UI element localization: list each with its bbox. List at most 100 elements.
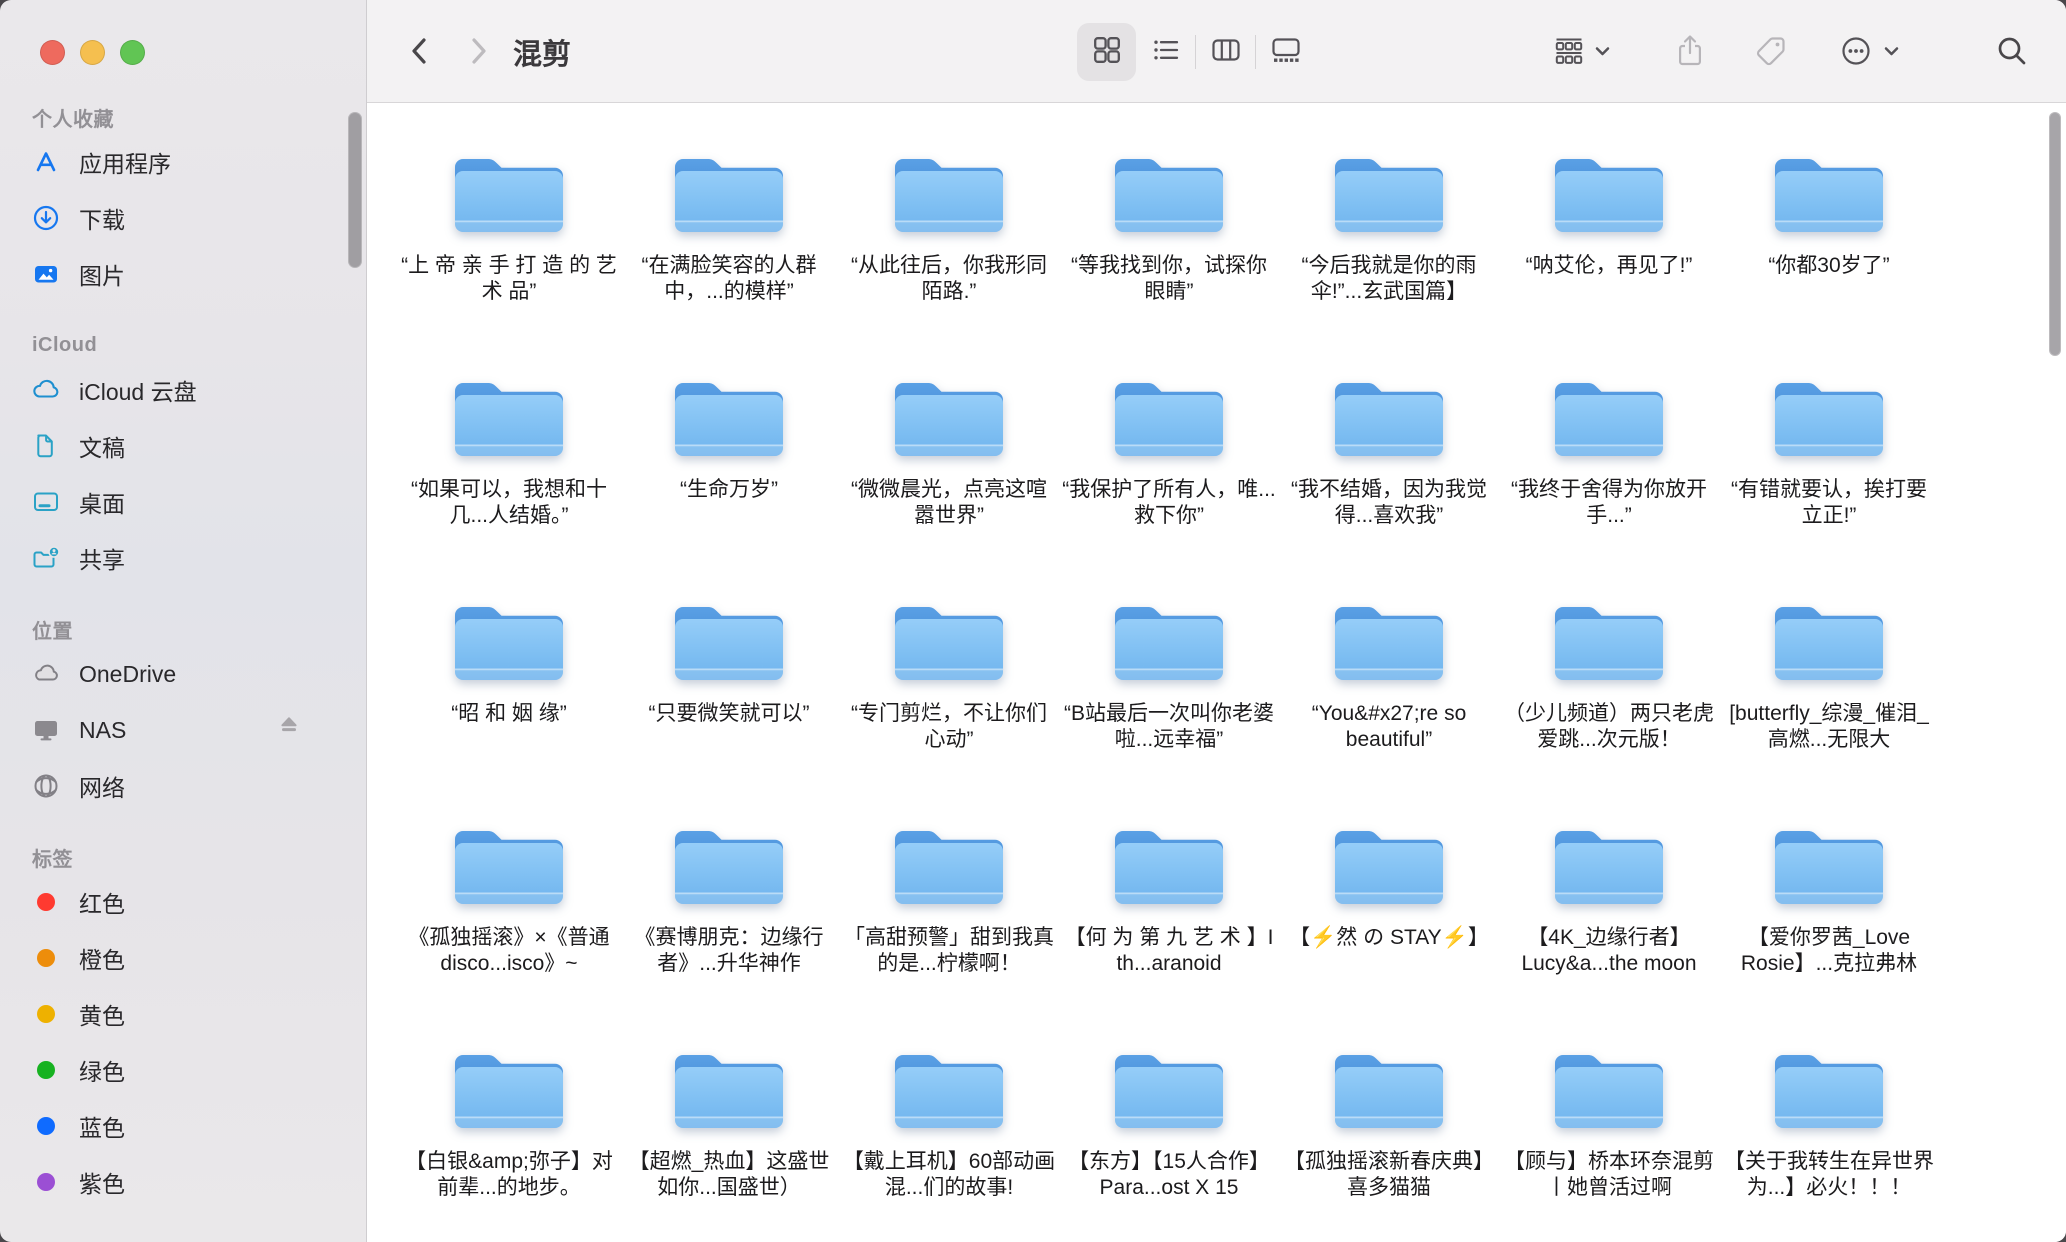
folder-item[interactable]: “从此往后，你我形同陌路.” bbox=[839, 145, 1059, 369]
folder-icon bbox=[670, 593, 788, 687]
sidebar-item-onedrive[interactable]: OneDrive bbox=[0, 646, 366, 702]
folder-name: “我不结婚，因为我觉得...喜欢我” bbox=[1281, 477, 1497, 529]
folder-name: “我保护了所有人，唯...救下你” bbox=[1061, 477, 1277, 529]
more-options-button[interactable] bbox=[1833, 33, 1905, 71]
search-button[interactable] bbox=[1993, 33, 2031, 71]
folder-item[interactable]: “呐艾伦，再见了!” bbox=[1499, 145, 1719, 369]
folder-icon bbox=[1770, 1041, 1888, 1135]
folder-icon bbox=[450, 369, 568, 463]
folder-item[interactable]: “上 帝 亲 手 打 造 的 艺 术 品” bbox=[399, 145, 619, 369]
folder-item[interactable]: “等我找到你，试探你眼睛” bbox=[1059, 145, 1279, 369]
folder-item[interactable]: “微微晨光，点亮这喧嚣世界” bbox=[839, 369, 1059, 593]
grid-view-icon bbox=[1092, 35, 1122, 70]
close-button[interactable] bbox=[40, 40, 65, 65]
forward-button[interactable] bbox=[459, 31, 497, 73]
share-button[interactable] bbox=[1672, 32, 1708, 72]
folder-item[interactable]: 【4K_边缘行者】Lucy&a...the moon bbox=[1499, 817, 1719, 1041]
folder-item[interactable]: “我保护了所有人，唯...救下你” bbox=[1059, 369, 1279, 593]
folder-item[interactable]: [butterfly_综漫_催泪_高燃...无限大 bbox=[1719, 593, 1939, 817]
eject-icon[interactable] bbox=[274, 713, 304, 748]
folder-item[interactable]: 【关于我转生在异世界为...】必火！！！ bbox=[1719, 1041, 1939, 1242]
section-header: 标签 bbox=[0, 840, 366, 874]
folder-name: “生命万岁” bbox=[680, 477, 778, 503]
sidebar-item-label: 红色 bbox=[79, 885, 125, 919]
folder-item[interactable]: “我终于舍得为你放开手...” bbox=[1499, 369, 1719, 593]
sidebar-scrollbar[interactable] bbox=[348, 112, 362, 268]
sidebar-item-desktop[interactable]: 桌面 bbox=[0, 474, 366, 530]
sidebar-item-tag-purple[interactable]: 紫色 bbox=[0, 1154, 366, 1210]
folder-icon bbox=[890, 817, 1008, 911]
folder-item[interactable]: （少儿频道）两只老虎爱跳...次元版！ bbox=[1499, 593, 1719, 817]
folder-item[interactable]: “你都30岁了” bbox=[1719, 145, 1939, 369]
sidebar-item-shared[interactable]: 共享 bbox=[0, 530, 366, 586]
sidebar-item-network[interactable]: 网络 bbox=[0, 758, 366, 814]
sidebar-item-nas[interactable]: NAS bbox=[0, 702, 366, 758]
folder-name: 「高甜预警」甜到我真的是...柠檬啊！ bbox=[841, 925, 1057, 977]
sidebar-item-pictures[interactable]: 图片 bbox=[0, 246, 366, 302]
sidebar-item-tag-blue[interactable]: 蓝色 bbox=[0, 1098, 366, 1154]
back-button[interactable] bbox=[401, 31, 439, 73]
tag-button[interactable] bbox=[1752, 33, 1790, 71]
folder-item[interactable]: 【孤独摇滚新春庆典】喜多猫猫 bbox=[1279, 1041, 1499, 1242]
folder-item[interactable]: 【⚡然 の STAY⚡】 bbox=[1279, 817, 1499, 1041]
folder-name: 【关于我转生在异世界为...】必火！！！ bbox=[1721, 1149, 1937, 1201]
sidebar-item-icloud-drive[interactable]: iCloud 云盘 bbox=[0, 362, 366, 418]
folder-name: “我终于舍得为你放开手...” bbox=[1501, 477, 1717, 529]
folder-item[interactable]: 《赛博朋克：边缘行者》...升华神作 bbox=[619, 817, 839, 1041]
folder-item[interactable]: 《孤独摇滚》×《普通disco...isco》~ bbox=[399, 817, 619, 1041]
share-icon bbox=[1674, 32, 1706, 73]
folder-item[interactable]: “有错就要认，挨打要立正!” bbox=[1719, 369, 1939, 593]
sidebar: 个人收藏 应用程序 下载 图片 bbox=[0, 0, 366, 1242]
folder-item[interactable]: “生命万岁” bbox=[619, 369, 839, 593]
folder-icon bbox=[890, 369, 1008, 463]
list-view-button[interactable] bbox=[1136, 23, 1195, 81]
folder-item[interactable]: “专门剪烂，不让你们心动” bbox=[839, 593, 1059, 817]
folder-item[interactable]: 【何 为 第 九 艺 术 】I th...aranoid bbox=[1059, 817, 1279, 1041]
sidebar-item-tag-yellow[interactable]: 黄色 bbox=[0, 986, 366, 1042]
ellipsis-circle-icon bbox=[1839, 34, 1873, 71]
folder-item[interactable]: 【白银&amp;弥子】对前辈...的地步。 bbox=[399, 1041, 619, 1242]
chevron-down-icon bbox=[1594, 44, 1611, 61]
group-by-button[interactable] bbox=[1550, 34, 1614, 70]
folder-item[interactable]: “今后我就是你的雨伞!”...玄武国篇】 bbox=[1279, 145, 1499, 369]
folder-item[interactable]: 【爱你罗茜_Love Rosie】...克拉弗林 bbox=[1719, 817, 1939, 1041]
content-scrollbar[interactable] bbox=[2049, 112, 2061, 356]
gallery-view-button[interactable] bbox=[1256, 23, 1315, 81]
folder-item[interactable]: “在满脸笑容的人群中，...的模样” bbox=[619, 145, 839, 369]
folder-name: [butterfly_综漫_催泪_高燃...无限大 bbox=[1721, 701, 1937, 753]
folder-item[interactable]: “昭 和 姻 缘” bbox=[399, 593, 619, 817]
sidebar-item-label: 文稿 bbox=[79, 429, 125, 463]
folder-name: “昭 和 姻 缘” bbox=[451, 701, 567, 727]
sidebar-item-label: OneDrive bbox=[79, 661, 176, 688]
folder-name: （少儿频道）两只老虎爱跳...次元版！ bbox=[1501, 701, 1717, 753]
folder-item[interactable]: “B站最后一次叫你老婆啦...远幸福” bbox=[1059, 593, 1279, 817]
folder-item[interactable]: “如果可以，我想和十几...人结婚。” bbox=[399, 369, 619, 593]
sidebar-item-label: 紫色 bbox=[79, 1165, 125, 1199]
gallery-view-icon bbox=[1270, 35, 1302, 70]
folder-item[interactable]: 【顾与】桥本环奈混剪丨她曾活过啊 bbox=[1499, 1041, 1719, 1242]
window-controls bbox=[40, 40, 145, 65]
sidebar-item-tag-orange[interactable]: 橙色 bbox=[0, 930, 366, 986]
folder-grid: “上 帝 亲 手 打 造 的 艺 术 品” “在满脸笑容的人群中，...的模样”… bbox=[367, 103, 2066, 1242]
folder-item[interactable]: 【戴上耳机】60部动画混...们的故事! bbox=[839, 1041, 1059, 1242]
sidebar-item-tag-red[interactable]: 红色 bbox=[0, 874, 366, 930]
minimize-button[interactable] bbox=[80, 40, 105, 65]
sidebar-item-downloads[interactable]: 下载 bbox=[0, 190, 366, 246]
folder-icon bbox=[1110, 369, 1228, 463]
folder-name: “今后我就是你的雨伞!”...玄武国篇】 bbox=[1281, 253, 1497, 305]
sidebar-item-label: NAS bbox=[79, 717, 126, 744]
folder-item[interactable]: 「高甜预警」甜到我真的是...柠檬啊！ bbox=[839, 817, 1059, 1041]
search-icon bbox=[1995, 34, 2029, 71]
icon-view-button[interactable] bbox=[1077, 23, 1136, 81]
folder-item[interactable]: 【超燃_热血】这盛世如你...国盛世） bbox=[619, 1041, 839, 1242]
folder-item[interactable]: “只要微笑就可以” bbox=[619, 593, 839, 817]
sidebar-item-applications[interactable]: 应用程序 bbox=[0, 134, 366, 190]
sidebar-item-label: 下载 bbox=[79, 201, 125, 235]
folder-item[interactable]: “You&#x27;re so beautiful” bbox=[1279, 593, 1499, 817]
zoom-button[interactable] bbox=[120, 40, 145, 65]
folder-item[interactable]: “我不结婚，因为我觉得...喜欢我” bbox=[1279, 369, 1499, 593]
folder-item[interactable]: 【东方】【15人合作】Para...ost X 15 bbox=[1059, 1041, 1279, 1242]
column-view-button[interactable] bbox=[1196, 23, 1255, 81]
sidebar-item-tag-green[interactable]: 绿色 bbox=[0, 1042, 366, 1098]
sidebar-item-documents[interactable]: 文稿 bbox=[0, 418, 366, 474]
